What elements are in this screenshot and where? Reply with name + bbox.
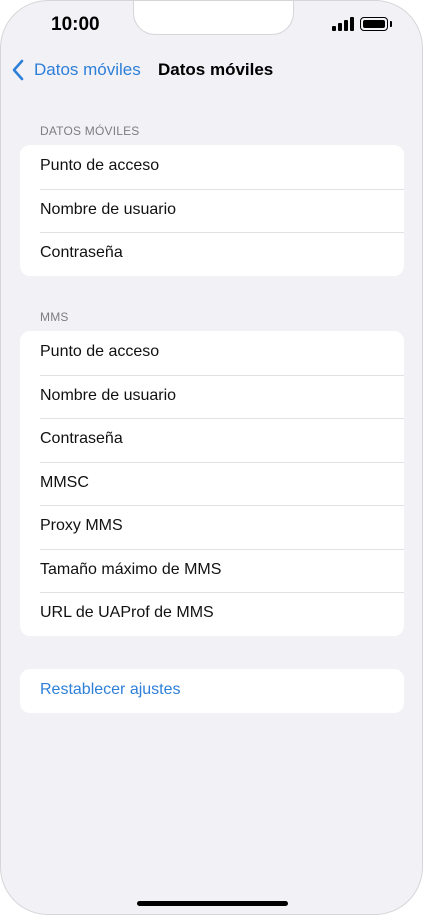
phone-screen: 10:00 Datos móviles Datos móviles DATOS … [0, 0, 423, 915]
reset-settings-button[interactable]: Restablecer ajustes [20, 669, 404, 713]
chevron-left-icon [12, 59, 24, 81]
list-item-mobile-username[interactable]: Nombre de usuario [20, 188, 404, 233]
list-item-mobile-password[interactable]: Contraseña [20, 232, 404, 276]
status-icons [332, 16, 394, 32]
list-item-label: URL de UAProf de MMS [40, 604, 214, 621]
mobile-data-group: Punto de acceso Nombre de usuario Contra… [20, 145, 404, 276]
signal-icon [332, 16, 356, 32]
list-item-mmsc[interactable]: MMSC [20, 461, 404, 506]
reset-group: Restablecer ajustes [20, 669, 404, 713]
battery-icon [360, 17, 394, 31]
notch [133, 1, 294, 35]
list-item-mobile-apn[interactable]: Punto de acceso [20, 145, 404, 189]
home-indicator[interactable] [137, 901, 288, 906]
list-item-mms-username[interactable]: Nombre de usuario [20, 374, 404, 419]
list-item-mms-uaprof-url[interactable]: URL de UAProf de MMS [20, 592, 404, 636]
reset-settings-label: Restablecer ajustes [40, 681, 181, 698]
list-item-label: Punto de acceso [40, 157, 160, 174]
list-item-label: Punto de acceso [40, 343, 160, 360]
list-item-label: Contraseña [40, 430, 123, 447]
list-item-mms-apn[interactable]: Punto de acceso [20, 331, 404, 375]
page-title: Datos móviles [158, 60, 274, 79]
list-item-label: Nombre de usuario [40, 200, 177, 218]
section-header-mobile-data: DATOS MÓVILES [40, 124, 140, 138]
section-header-mms: MMS [40, 310, 69, 324]
list-item-mms-proxy[interactable]: Proxy MMS [20, 505, 404, 549]
mms-group: Punto de acceso Nombre de usuario Contra… [20, 331, 404, 636]
list-item-label: MMSC [40, 473, 89, 491]
list-item-label: Nombre de usuario [40, 386, 177, 404]
status-time: 10:00 [51, 14, 100, 35]
list-item-label: Proxy MMS [40, 517, 123, 534]
list-item-label: Tamaño máximo de MMS [40, 560, 222, 578]
list-item-mms-max-size[interactable]: Tamaño máximo de MMS [20, 548, 404, 593]
list-item-mms-password[interactable]: Contraseña [20, 418, 404, 462]
back-button-label: Datos móviles [34, 60, 141, 79]
list-item-label: Contraseña [40, 244, 123, 261]
